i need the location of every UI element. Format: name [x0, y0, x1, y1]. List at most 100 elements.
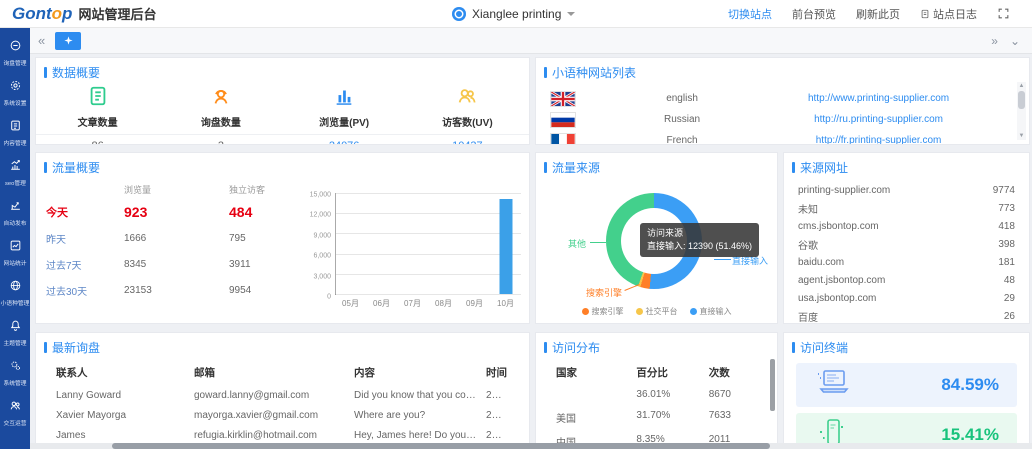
column-header: 联系人	[56, 365, 194, 380]
stat-label: 浏览量(PV)	[319, 114, 369, 129]
stat-value: 3	[159, 140, 282, 145]
sidebar-item-label: 网站统计	[3, 259, 26, 267]
terminal-tile-desktop: 84.59%	[796, 363, 1017, 407]
source-count: 26	[1004, 311, 1015, 322]
fullscreen-icon[interactable]	[997, 7, 1010, 20]
language-site-row: englishhttp://www.printing-supplier.com	[550, 88, 1003, 109]
horizontal-scrollbar[interactable]	[30, 443, 1032, 449]
uv-value: 3911	[229, 259, 301, 270]
sidebar-item-label: 主题管理	[3, 339, 26, 347]
collapse-sidebar-button[interactable]: «	[38, 33, 45, 48]
source-url-row: 百度 26	[798, 307, 1015, 324]
contact-name: James	[56, 430, 194, 441]
card-visit-distribution: 访问分布 国家百分比次数36.01%8670美国31.70%7633中国8.35…	[535, 332, 778, 449]
sidebar-item-label: 交互运营	[3, 419, 26, 427]
source-url-row: cms.jsbontop.com418	[798, 217, 1015, 235]
sidebar-item-label: 系统设置	[3, 99, 26, 107]
legend-dot	[636, 308, 643, 315]
card-traffic-source: 流量来源 其他 直接输入 搜索引擎 访问来源 直接输入: 12390 (51.4…	[535, 152, 778, 324]
app-title: 网站管理后台	[78, 4, 156, 23]
system-icon	[9, 359, 22, 377]
source-count: 29	[1004, 293, 1015, 304]
sidebar-item-theme[interactable]: 主题管理	[0, 314, 30, 354]
site-url-link[interactable]: http://www.printing-supplier.com	[754, 93, 1003, 104]
legend-item[interactable]: 搜索引擎	[582, 306, 624, 317]
main-area: 询盘管理系统设置内容管理 seo管理自动发布网站统计小语种管理主题管理系统管理交互…	[0, 28, 1032, 449]
bar[interactable]	[499, 199, 512, 294]
legend-dot	[582, 308, 589, 315]
sidebar-item-label: 自动发布	[3, 219, 26, 227]
uv-icon	[456, 85, 478, 112]
scrollbar-vertical[interactable]: ▲ ▼	[1017, 82, 1026, 140]
stat-value: 24076	[283, 140, 406, 145]
column-header: 邮箱	[194, 365, 354, 380]
donut-label-search: 搜索引擎	[586, 286, 622, 299]
inquiry-content: Did you know that you could ...	[354, 390, 486, 401]
inquiry-row: Xavier Mayorgamayorga.xavier@gmail.comWh…	[56, 410, 513, 421]
site-selector[interactable]: Xianglee printing	[452, 0, 575, 28]
period-label: 过去7天	[46, 257, 124, 272]
refresh-link[interactable]: 刷新此页	[856, 6, 900, 22]
stat-item: 访客数(UV)	[406, 85, 529, 129]
legend-item[interactable]: 直接输入	[690, 306, 732, 317]
site-url-link[interactable]: http://fr.printing-supplier.com	[754, 135, 1003, 145]
site-url-link[interactable]: http://ru.printing-supplier.com	[754, 114, 1003, 125]
card-language-sites: 小语种网站列表 englishhttp://www.printing-suppl…	[535, 57, 1030, 145]
donut-label-other: 其他	[568, 237, 586, 250]
sidebar-item-inquiry[interactable]: 询盘管理	[0, 34, 30, 74]
tabs-menu-button[interactable]: ⌄	[1010, 34, 1020, 48]
site-log-link[interactable]: 站点日志	[920, 6, 977, 22]
y-axis-tick: 0	[301, 294, 331, 301]
sidebar-item-settings[interactable]: 系统设置	[0, 74, 30, 114]
percent-value: 31.70%	[636, 410, 708, 425]
table-row: 今天923484	[46, 204, 301, 220]
column-header: 内容	[354, 365, 486, 380]
y-axis-tick: 15,000	[301, 192, 331, 199]
pv-icon	[333, 85, 355, 112]
table-row: 过去7天83453911	[46, 257, 301, 272]
card-traffic-summary: 流量概要 浏览量独立访客今天923484昨天1666795过去7天8345391…	[35, 152, 530, 324]
source-name: agent.jsbontop.com	[798, 275, 885, 286]
tabs-overflow-button[interactable]: »	[991, 34, 998, 48]
sidebar-item-label: 内容管理	[3, 139, 26, 147]
distribution-row: 36.01%8670	[556, 389, 757, 401]
source-name: 百度	[798, 309, 818, 324]
distribution-table: 国家百分比次数36.01%8670美国31.70%7633中国8.35%2011…	[536, 359, 777, 449]
table-header: 浏览量独立访客	[46, 183, 301, 196]
card-title: 流量概要	[36, 153, 529, 179]
sidebar-item-users[interactable]: 交互运营	[0, 394, 30, 434]
scrollbar-thumb[interactable]	[1018, 91, 1025, 109]
app-header: Gontop 网站管理后台 Xianglee printing 切换站点 前台预…	[0, 0, 1032, 28]
contact-name: Xavier Mayorga	[56, 410, 194, 421]
card-data-summary: 数据概要 文章数量询盘数量浏览量(PV)访客数(UV) 863240761043…	[35, 57, 530, 145]
sidebar-item-system[interactable]: 系统管理	[0, 354, 30, 394]
sidebar-item-publish[interactable]: 自动发布	[0, 194, 30, 234]
country-name	[556, 389, 636, 401]
card-title: 来源网址	[784, 153, 1029, 179]
stat-value: 10437	[406, 140, 529, 145]
card-title: 访问终端	[784, 333, 1029, 359]
france-flag-icon	[550, 133, 610, 146]
source-url-row: 谷歌398	[798, 235, 1015, 253]
legend-item[interactable]: 社交平台	[636, 306, 678, 317]
inquiry-time: 2022-11-09 15:30:58	[486, 390, 513, 401]
scrollbar-thumb[interactable]	[112, 443, 770, 449]
sidebar-item-seo[interactable]: seo管理	[0, 154, 30, 194]
scrollbar-thumb[interactable]	[770, 359, 775, 411]
sidebar-item-stats[interactable]: 网站统计	[0, 234, 30, 274]
pv-value: 23153	[124, 285, 229, 296]
sidebar-item-language[interactable]: 小语种管理	[0, 274, 30, 314]
switch-site-link[interactable]: 切换站点	[728, 6, 772, 22]
count-value: 7633	[709, 410, 757, 425]
language-name: english	[610, 93, 754, 104]
scroll-down-icon[interactable]: ▼	[1019, 132, 1025, 140]
sidebar-item-content[interactable]: 内容管理	[0, 114, 30, 154]
preview-link[interactable]: 前台预览	[792, 6, 836, 22]
scroll-up-icon[interactable]: ▲	[1019, 82, 1025, 90]
card-source-urls: 来源网址 printing-supplier.com9774未知773cms.j…	[783, 152, 1030, 324]
source-url-row: usa.jsbontop.com29	[798, 289, 1015, 307]
source-count: 418	[998, 221, 1015, 232]
stat-label: 访客数(UV)	[442, 114, 493, 129]
source-url-row: baidu.com181	[798, 253, 1015, 271]
tab-dashboard[interactable]	[55, 32, 81, 50]
